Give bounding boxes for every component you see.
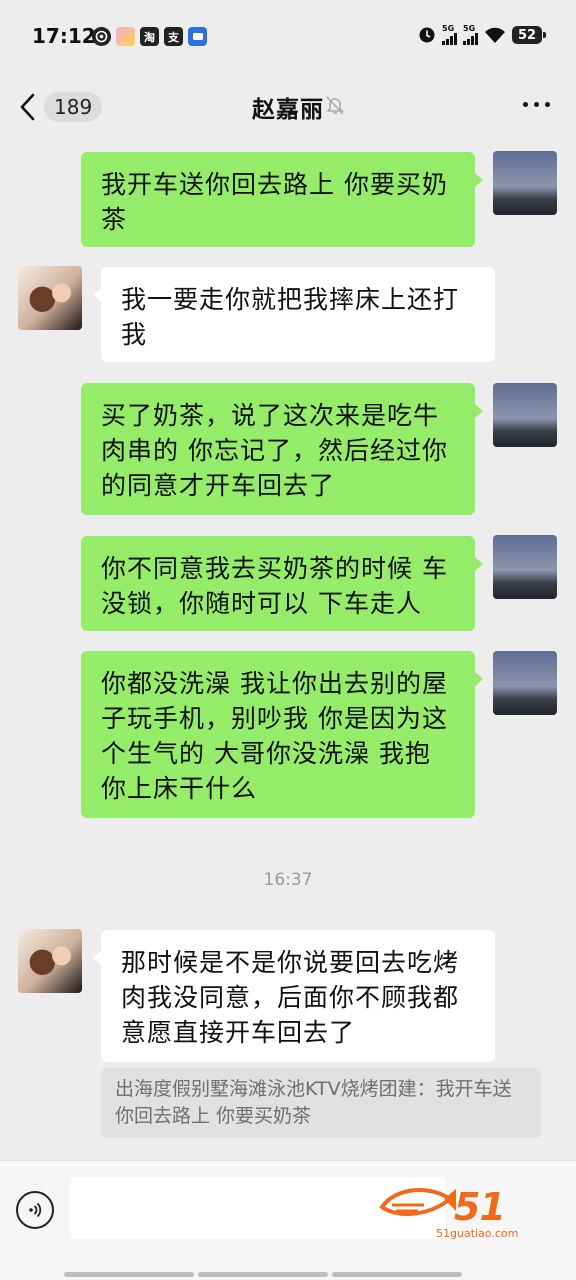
message-bubble-sent[interactable]: 我开车送你回去路上 你要买奶茶: [81, 152, 483, 247]
my-avatar[interactable]: [493, 535, 557, 599]
status-bar: 17:12 淘 支 5G 5G 52: [0, 0, 576, 78]
mute-icon: [326, 96, 344, 115]
message-bubble-sent[interactable]: 买了奶茶，说了这次来是吃牛肉串的 你忘记了，然后经过你的同意才开车回去了: [81, 383, 483, 515]
alipay-icon: 支: [164, 27, 183, 46]
signal-icon-1: 5G: [442, 25, 457, 45]
message-icon: [188, 27, 207, 46]
wifi-icon: [485, 27, 505, 43]
status-app-icons: 淘 支: [92, 27, 207, 46]
status-right: 5G 5G 52: [418, 25, 546, 45]
my-avatar[interactable]: [493, 651, 557, 715]
message-bubble-received[interactable]: 那时候是不是你说要回去吃烤肉我没同意，后面你不顾我都意愿直接开车回去了: [93, 930, 495, 1062]
status-time: 17:12: [32, 24, 96, 48]
watermark-text: 51: [454, 1185, 506, 1229]
nav-bar: 189 赵嘉丽: [0, 78, 576, 138]
my-avatar[interactable]: [493, 151, 557, 215]
home-indicator: [64, 1272, 462, 1277]
contact-avatar[interactable]: [18, 266, 82, 330]
chat-title: 赵嘉丽: [252, 97, 324, 123]
alarm-icon: [419, 27, 435, 43]
voice-icon: [29, 1202, 42, 1218]
taobao-icon: 淘: [140, 27, 159, 46]
voice-input-button[interactable]: [16, 1191, 54, 1229]
input-bar: 51 51guatiao.com: [0, 1160, 576, 1280]
app-icon: [116, 27, 135, 46]
watermark-fish-icon: [379, 1188, 456, 1216]
contact-avatar[interactable]: [18, 929, 82, 993]
watermark-url: 51guatiao.com: [436, 1227, 519, 1240]
chat-timestamp: 16:37: [263, 870, 313, 890]
message-bubble-sent[interactable]: 你都没洗澡 我让你出去别的屋子玩手机，别吵我 你是因为这个生气的 大哥你没洗澡 …: [81, 651, 483, 818]
watermark: 51 51guatiao.com: [378, 1181, 564, 1243]
message-bubble-received[interactable]: 我一要走你就把我摔床上还打我: [93, 267, 495, 362]
wechat-moment-icon: [92, 27, 111, 46]
message-bubble-sent[interactable]: 你不同意我去买奶茶的时候 车没锁，你随时可以 下车走人: [81, 536, 483, 631]
my-avatar[interactable]: [493, 383, 557, 447]
signal-icon-2: 5G: [463, 25, 478, 45]
battery-icon: 52: [512, 26, 546, 44]
more-options-button[interactable]: [523, 102, 550, 107]
quoted-message[interactable]: 出海度假别墅海滩泳池KTV烧烤团建：我开车送你回去路上 你要买奶茶: [101, 1068, 541, 1138]
